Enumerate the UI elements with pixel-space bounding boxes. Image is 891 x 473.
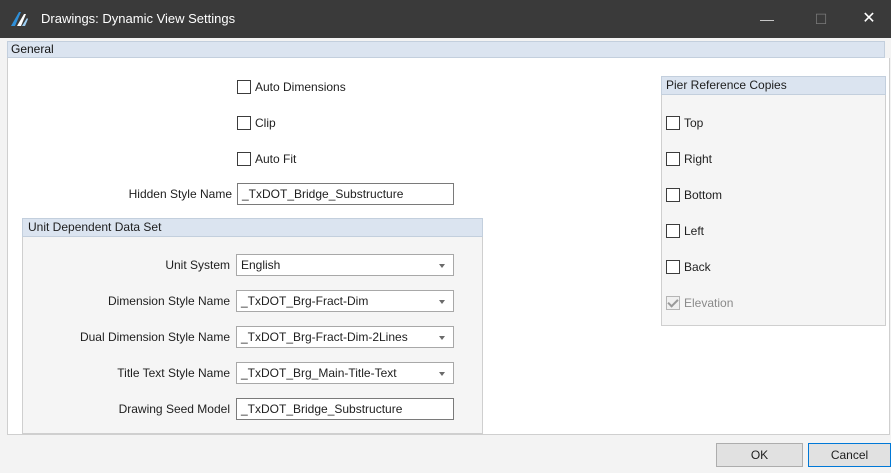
pier-bottom-label: Bottom bbox=[684, 187, 723, 202]
pier-reference-copies-header: Pier Reference Copies bbox=[661, 76, 886, 95]
unit-system-dropdown[interactable]: English bbox=[236, 254, 454, 276]
dialog-client-area: General Auto Dimensions Clip Auto Fit Hi… bbox=[0, 38, 891, 473]
drawing-seed-model-label: Drawing Seed Model bbox=[118, 402, 230, 416]
drawing-seed-model-field[interactable]: _TxDOT_Bridge_Substructure bbox=[236, 398, 454, 420]
pier-elevation-checkbox-row: Elevation bbox=[666, 293, 733, 311]
clip-checkbox-row[interactable]: Clip bbox=[237, 113, 276, 131]
unit-system-label: Unit System bbox=[165, 258, 230, 272]
auto-dimensions-label: Auto Dimensions bbox=[255, 79, 346, 94]
pier-top-checkbox-row[interactable]: Top bbox=[666, 113, 703, 131]
auto-fit-label: Auto Fit bbox=[255, 151, 297, 166]
pier-bottom-checkbox[interactable] bbox=[666, 187, 680, 202]
hidden-style-name-field[interactable]: _TxDOT_Bridge_Substructure bbox=[237, 183, 454, 205]
pier-bottom-checkbox-row[interactable]: Bottom bbox=[666, 185, 722, 203]
pier-back-checkbox-row[interactable]: Back bbox=[666, 257, 711, 275]
hidden-style-name-label: Hidden Style Name bbox=[128, 187, 232, 201]
pier-left-label: Left bbox=[684, 223, 705, 238]
pier-top-checkbox[interactable] bbox=[666, 115, 680, 130]
pier-elevation-label: Elevation bbox=[684, 295, 734, 310]
pier-back-label: Back bbox=[684, 259, 711, 274]
auto-dimensions-checkbox[interactable] bbox=[237, 79, 251, 94]
chevron-down-icon[interactable] bbox=[439, 300, 445, 304]
pier-elevation-checkbox bbox=[666, 295, 680, 310]
window-title: Drawings: Dynamic View Settings bbox=[41, 11, 236, 26]
minimize-button[interactable]: — bbox=[745, 0, 789, 38]
pier-right-checkbox[interactable] bbox=[666, 151, 680, 166]
pier-right-checkbox-row[interactable]: Right bbox=[666, 149, 712, 167]
general-section-header: General bbox=[7, 41, 885, 58]
ok-button[interactable]: OK bbox=[716, 443, 803, 467]
unit-dependent-section-header: Unit Dependent Data Set bbox=[22, 218, 483, 237]
auto-fit-checkbox-row[interactable]: Auto Fit bbox=[237, 149, 296, 167]
pier-left-checkbox-row[interactable]: Left bbox=[666, 221, 704, 239]
close-button[interactable]: ✕ bbox=[847, 0, 891, 38]
dual-dimension-style-name-dropdown[interactable]: _TxDOT_Brg-Fract-Dim-2Lines bbox=[236, 326, 454, 348]
unit-dependent-section: Unit System English Dimension Style Name… bbox=[22, 237, 483, 434]
title-bar[interactable]: Drawings: Dynamic View Settings — ☐ ✕ bbox=[0, 0, 891, 38]
openbridge-logo-icon bbox=[11, 12, 28, 26]
chevron-down-icon[interactable] bbox=[439, 264, 445, 268]
maximize-button[interactable]: ☐ bbox=[799, 0, 843, 38]
auto-dimensions-checkbox-row[interactable]: Auto Dimensions bbox=[237, 77, 346, 95]
auto-fit-checkbox[interactable] bbox=[237, 151, 251, 166]
clip-label: Clip bbox=[255, 115, 276, 130]
dimension-style-name-label: Dimension Style Name bbox=[107, 294, 230, 308]
title-text-style-name-dropdown[interactable]: _TxDOT_Brg_Main-Title-Text bbox=[236, 362, 454, 384]
pier-left-checkbox[interactable] bbox=[666, 223, 680, 238]
title-text-style-name-label: Title Text Style Name bbox=[117, 366, 230, 380]
pier-top-label: Top bbox=[684, 115, 704, 130]
pier-reference-copies-section: Top Right Bottom Left Back Elevation bbox=[661, 95, 886, 326]
chevron-down-icon[interactable] bbox=[439, 372, 445, 376]
dimension-style-name-value: _TxDOT_Brg-Fract-Dim bbox=[241, 294, 369, 308]
title-text-style-name-value: _TxDOT_Brg_Main-Title-Text bbox=[241, 366, 397, 380]
dual-dimension-style-name-value: _TxDOT_Brg-Fract-Dim-2Lines bbox=[241, 330, 408, 344]
pier-back-checkbox[interactable] bbox=[666, 259, 680, 274]
cancel-button[interactable]: Cancel bbox=[808, 443, 891, 467]
dual-dimension-style-name-label: Dual Dimension Style Name bbox=[79, 330, 230, 344]
clip-checkbox[interactable] bbox=[237, 115, 251, 130]
pier-right-label: Right bbox=[684, 151, 713, 166]
unit-system-value: English bbox=[241, 258, 281, 272]
dimension-style-name-dropdown[interactable]: _TxDOT_Brg-Fract-Dim bbox=[236, 290, 454, 312]
chevron-down-icon[interactable] bbox=[439, 336, 445, 340]
